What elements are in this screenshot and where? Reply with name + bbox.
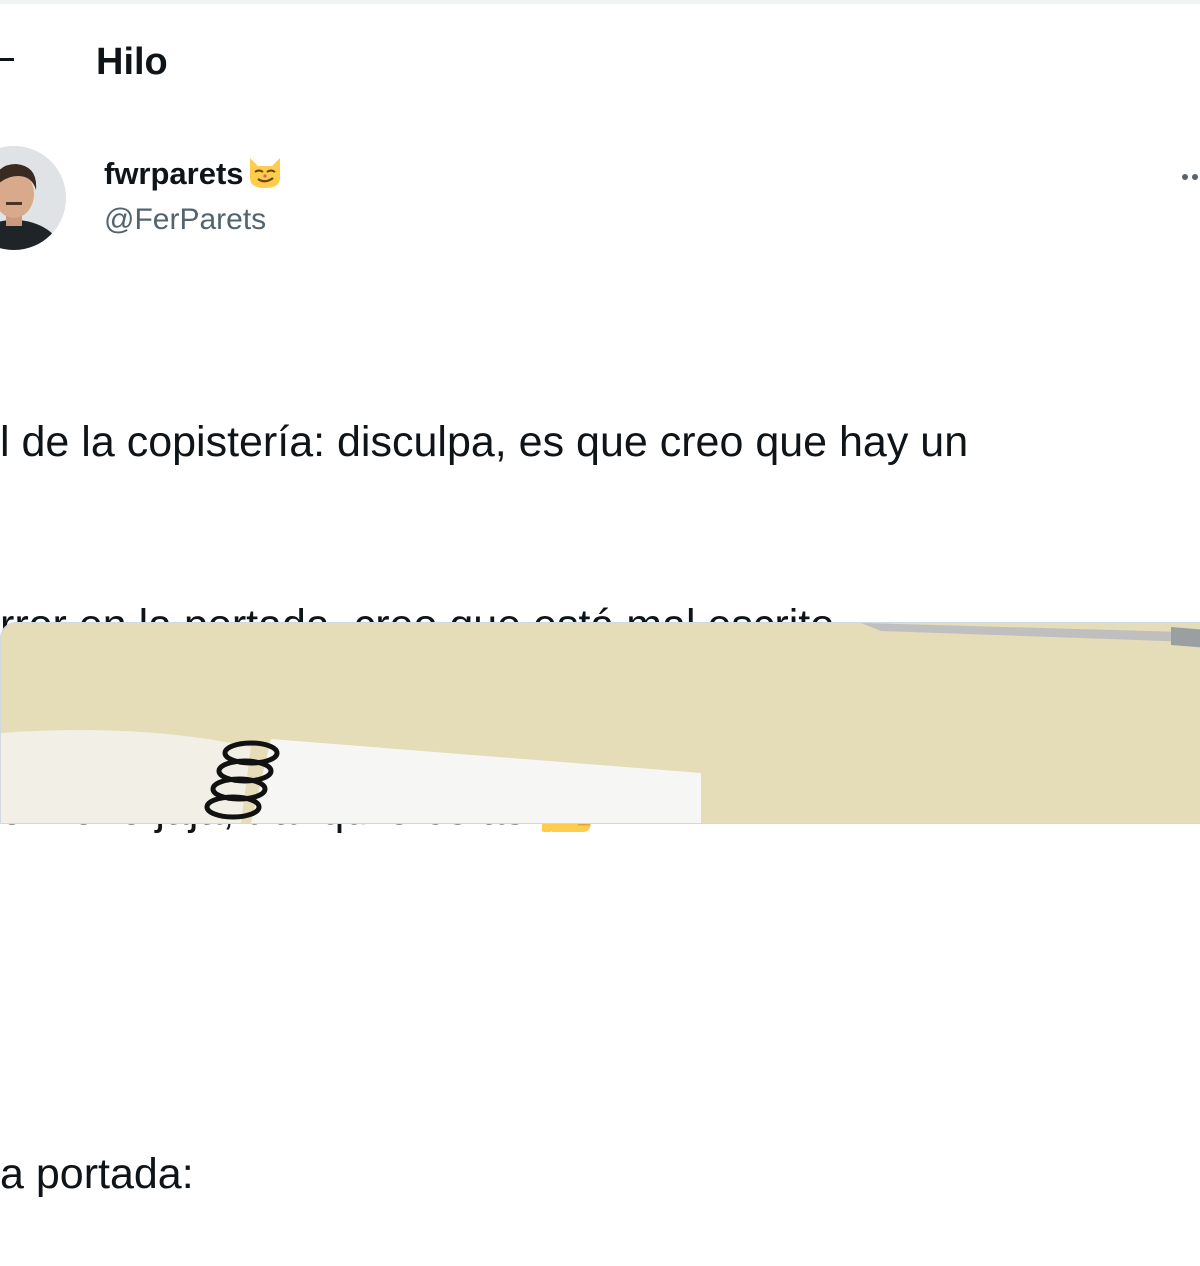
tweet-photo[interactable] bbox=[0, 622, 1200, 824]
top-divider bbox=[0, 0, 1200, 4]
more-horizontal-icon[interactable] bbox=[1178, 166, 1200, 186]
tweet-line-4 bbox=[0, 961, 1200, 1022]
user-handle[interactable]: @FerParets bbox=[104, 200, 266, 240]
display-name[interactable]: fwrparets bbox=[104, 154, 284, 200]
arrow-left-icon[interactable] bbox=[0, 58, 14, 61]
smirking-cat-icon bbox=[246, 154, 284, 200]
tweet-line-1: l de la copistería: disculpa, es que cre… bbox=[0, 418, 969, 466]
page-title: Hilo bbox=[96, 41, 168, 83]
tweet-line-5: a portada: bbox=[0, 1150, 194, 1198]
avatar[interactable] bbox=[0, 146, 66, 250]
display-name-text: fwrparets bbox=[104, 156, 244, 191]
